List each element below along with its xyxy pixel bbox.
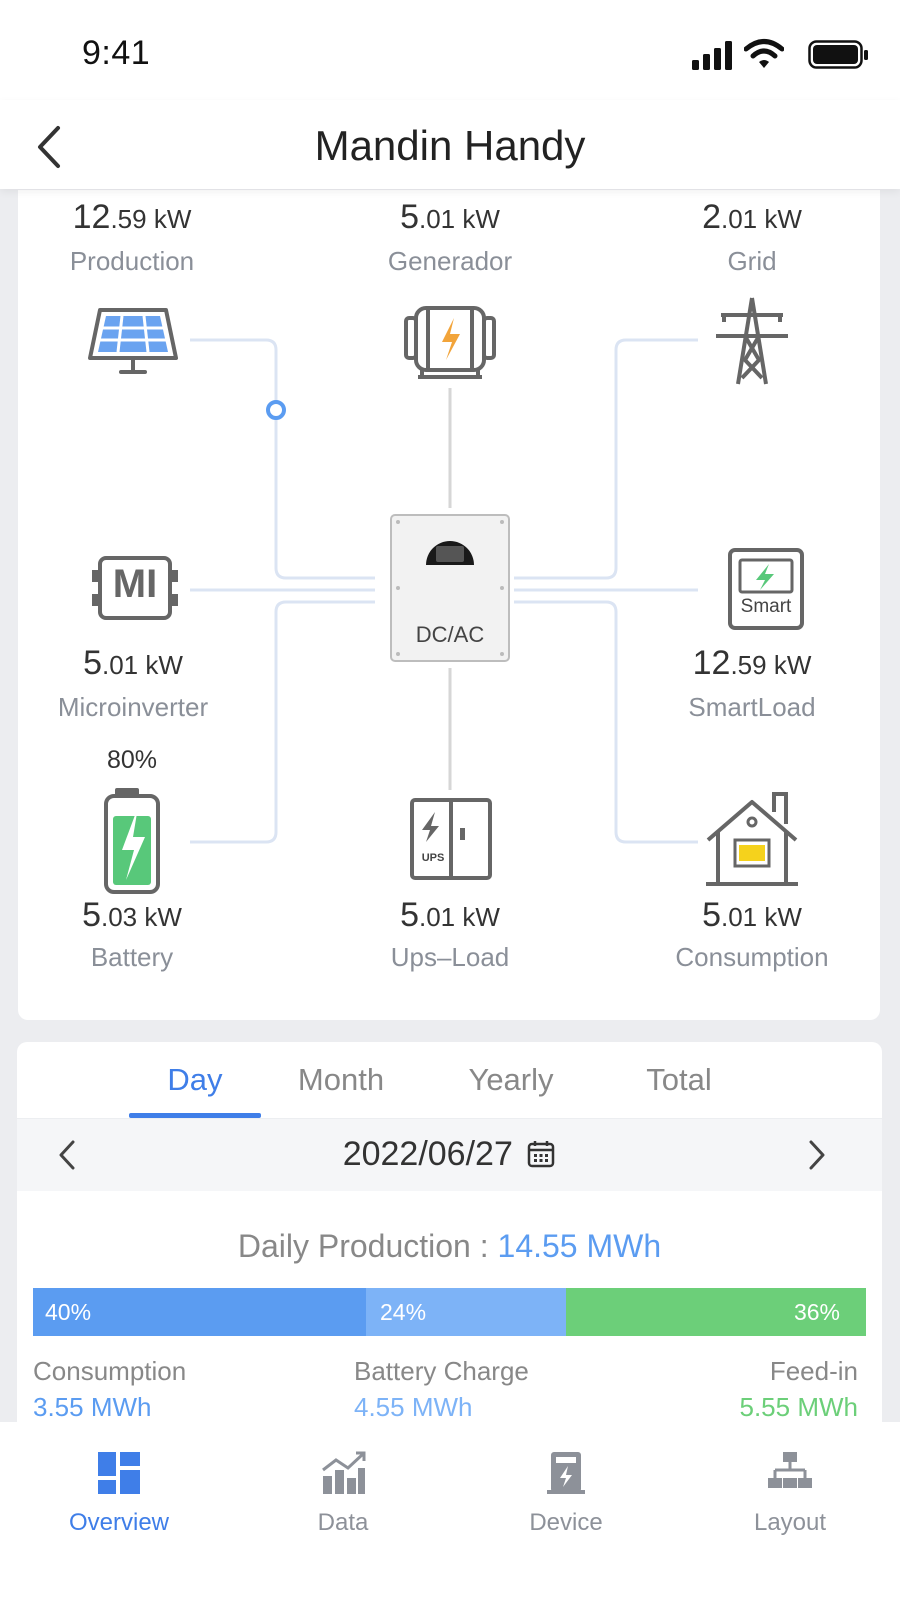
upsload-label: Ups–Load bbox=[390, 942, 510, 972]
grid-value: 2.01 kW bbox=[702, 198, 802, 236]
status-time: 9:41 bbox=[82, 34, 151, 72]
nav-data[interactable]: Data bbox=[243, 1450, 443, 1537]
battery-label: Battery bbox=[90, 942, 174, 972]
active-tab-indicator bbox=[129, 1113, 261, 1118]
consumption-legend-value: 3.55 MWh bbox=[33, 1392, 152, 1422]
production-value: 12.59 kW bbox=[72, 198, 192, 236]
battery-soc: 80% bbox=[106, 746, 158, 774]
signal-icon bbox=[692, 41, 732, 70]
feed-in-legend-value: 5.55 MWh bbox=[739, 1392, 859, 1422]
generator-icon bbox=[404, 306, 496, 379]
tab-day[interactable]: Day bbox=[129, 1062, 261, 1098]
production-summary-card: Day Month Yearly Total 2022/06/27 Daily … bbox=[17, 1042, 882, 1422]
data-icon bbox=[322, 1451, 366, 1494]
nav-layout[interactable]: Layout bbox=[690, 1450, 890, 1537]
upsload-value: 5.01 kW bbox=[400, 896, 500, 934]
date-selector: 2022/06/27 bbox=[17, 1119, 882, 1191]
production-label: Production bbox=[69, 246, 195, 276]
bottom-navigation: Overview Data Device Layout bbox=[0, 1422, 900, 1600]
battery-charge-legend-value: 4.55 MWh bbox=[354, 1392, 473, 1422]
page-title: Mandin Handy bbox=[314, 122, 586, 169]
smartload-value: 12.59 kW bbox=[692, 644, 812, 682]
tab-total[interactable]: Total bbox=[613, 1062, 745, 1098]
feed-in-bar-segment: 36% bbox=[566, 1288, 866, 1336]
nav-overview[interactable]: Overview bbox=[19, 1450, 219, 1537]
solar-panel-icon bbox=[88, 308, 178, 374]
feed-in-legend-label: Feed-in bbox=[769, 1356, 858, 1386]
grid-label: Grid bbox=[727, 246, 777, 276]
battery-charge-bar-segment: 24% bbox=[366, 1288, 566, 1336]
consumption-value: 5.01 kW bbox=[702, 896, 802, 934]
microinverter-value: 5.01 kW bbox=[83, 644, 183, 682]
date-display[interactable]: 2022/06/27 bbox=[17, 1135, 882, 1174]
overview-icon bbox=[98, 1452, 140, 1494]
consumption-legend-label: Consumption bbox=[33, 1356, 187, 1386]
battery-icon bbox=[104, 788, 160, 894]
period-tabs: Day Month Yearly Total bbox=[17, 1042, 882, 1119]
house-icon bbox=[706, 792, 798, 886]
battery-value: 5.03 kW bbox=[82, 896, 182, 934]
status-bar: 9:41 bbox=[0, 0, 900, 100]
inverter-label: DC/AC bbox=[415, 622, 485, 647]
ups-icon-text: UPS bbox=[421, 852, 445, 864]
microinverter-label: Microinverter bbox=[57, 692, 209, 722]
battery-charge-legend-label: Battery Charge bbox=[354, 1356, 529, 1386]
wifi-icon bbox=[744, 39, 784, 68]
battery-status-icon bbox=[808, 40, 868, 69]
grid-tower-icon bbox=[716, 297, 788, 385]
nav-device[interactable]: Device bbox=[466, 1450, 666, 1537]
generator-value: 5.01 kW bbox=[400, 198, 500, 236]
tab-month[interactable]: Month bbox=[275, 1062, 407, 1098]
mi-icon-text: MI bbox=[112, 562, 158, 606]
consumption-label: Consumption bbox=[675, 942, 829, 972]
consumption-bar-segment: 40% bbox=[33, 1288, 366, 1336]
flow-indicator-dot bbox=[266, 400, 286, 420]
layout-icon bbox=[768, 1452, 812, 1488]
calendar-icon[interactable] bbox=[526, 1139, 556, 1169]
next-date-button[interactable] bbox=[801, 1137, 831, 1173]
device-icon bbox=[547, 1452, 585, 1494]
tab-yearly[interactable]: Yearly bbox=[445, 1062, 577, 1098]
generator-label: Generador bbox=[387, 246, 513, 276]
smart-icon-text: Smart bbox=[740, 596, 792, 617]
energy-flow-card: MI Smart UPS DC/AC 12.59 kW Production 5… bbox=[18, 190, 880, 1020]
smartload-label: SmartLoad bbox=[688, 692, 816, 722]
daily-production: Daily Production : 14.55 MWh bbox=[237, 1228, 662, 1264]
ups-icon bbox=[410, 798, 492, 880]
